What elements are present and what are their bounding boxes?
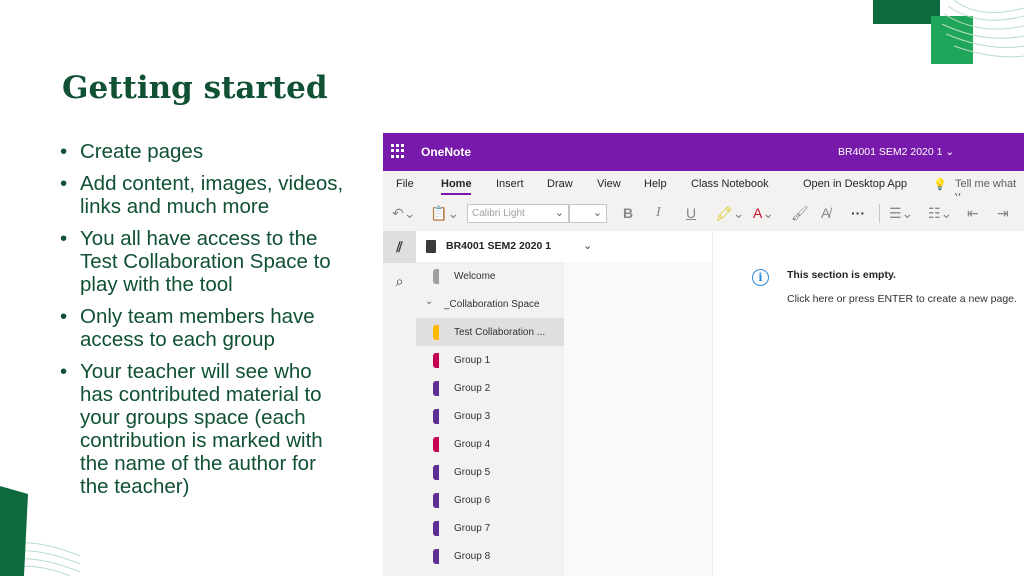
lightbulb-icon: 💡 xyxy=(933,179,947,191)
active-tab-indicator xyxy=(441,193,471,195)
clipboard-icon[interactable]: 📋⌄ xyxy=(430,205,459,222)
indent-icon[interactable]: ⇥ xyxy=(997,205,1009,222)
more-options-icon[interactable]: ··· xyxy=(851,205,865,221)
section-item[interactable]: Group 7 xyxy=(416,514,564,542)
section-label: Welcome xyxy=(454,271,496,282)
contour-lines-decoration xyxy=(941,0,1024,58)
bullet-item: Your teacher will see who has contribute… xyxy=(58,360,348,498)
section-color-tab xyxy=(433,521,439,536)
menu-help[interactable]: Help xyxy=(644,178,667,190)
slide-title: Getting started xyxy=(62,70,328,106)
bullet-item: Add content, images, videos, links and m… xyxy=(58,172,348,218)
menu-home[interactable]: Home xyxy=(441,178,472,190)
ribbon-toolbar: ↶⌄ 📋⌄ Calibri Light ⌄ ⌄ B I U 🖍⌄ A⌄ 🖌 A̸ … xyxy=(383,196,1024,232)
open-in-desktop-app[interactable]: Open in Desktop App xyxy=(803,178,907,190)
menu-bar: File Home Insert Draw View Help Class No… xyxy=(383,171,1024,202)
font-color-icon[interactable]: A⌄ xyxy=(753,205,774,222)
section-item[interactable]: Test Collaboration ... xyxy=(416,318,564,346)
bullet-item: Create pages xyxy=(58,140,348,163)
section-label: Group 8 xyxy=(454,551,491,562)
bold-button[interactable]: B xyxy=(623,205,633,221)
underline-button[interactable]: U xyxy=(686,205,696,221)
section-color-tab xyxy=(433,325,439,340)
app-launcher-icon[interactable] xyxy=(391,144,405,158)
menu-draw[interactable]: Draw xyxy=(547,178,573,190)
numbering-icon[interactable]: ☷⌄ xyxy=(928,205,952,222)
bullet-item: You all have access to the Test Collabor… xyxy=(58,227,348,296)
section-label: Group 6 xyxy=(454,495,491,506)
app-name[interactable]: OneNote xyxy=(421,145,471,159)
page-list xyxy=(564,262,712,576)
section-item[interactable]: Group 1 xyxy=(416,346,564,374)
section-label: Test Collaboration ... xyxy=(454,327,546,338)
section-item[interactable]: Group 4 xyxy=(416,430,564,458)
section-color-tab xyxy=(433,465,439,480)
italic-button[interactable]: I xyxy=(656,205,661,221)
page-canvas[interactable]: i This section is empty. Click here or p… xyxy=(712,231,1024,576)
menu-view[interactable]: View xyxy=(597,178,621,190)
menu-file[interactable]: File xyxy=(396,178,414,190)
search-icon[interactable]: ⌕ xyxy=(383,265,416,297)
section-label: Group 3 xyxy=(454,411,491,422)
section-label: Group 2 xyxy=(454,383,491,394)
notebook-header[interactable]: BR4001 SEM2 2020 1 ⌄ xyxy=(416,231,712,263)
section-color-tab xyxy=(433,409,439,424)
chevron-down-icon: ⌄ xyxy=(583,240,593,252)
section-label: Group 1 xyxy=(454,355,491,366)
bullets-icon[interactable]: ☰⌄ xyxy=(889,205,913,222)
section-item[interactable]: Group 3 xyxy=(416,402,564,430)
section-color-tab xyxy=(433,381,439,396)
section-label: _Collaboration Space xyxy=(444,299,540,310)
navigation-rail: ⫽ ⌕ xyxy=(383,231,417,576)
section-item[interactable]: Group 8 xyxy=(416,542,564,570)
section-item[interactable]: Welcome xyxy=(416,262,564,290)
chevron-down-icon[interactable]: ⌄ xyxy=(425,296,433,307)
info-icon: i xyxy=(752,269,769,286)
section-color-tab xyxy=(433,437,439,452)
clear-formatting-icon[interactable]: A̸ xyxy=(821,205,830,221)
onenote-window: OneNote BR4001 SEM2 2020 1 ⌄ File Home I… xyxy=(383,133,1024,576)
section-list: Welcome ⌄ _Collaboration Space Test Collabo… xyxy=(416,262,564,576)
section-item[interactable]: Group 5 xyxy=(416,458,564,486)
undo-icon[interactable]: ↶⌄ xyxy=(392,205,415,222)
bullet-item: Only team members have access to each gr… xyxy=(58,305,348,351)
menu-class-notebook[interactable]: Class Notebook xyxy=(691,178,769,190)
empty-section-title: This section is empty. xyxy=(787,269,896,281)
toolbar-divider xyxy=(879,204,880,223)
font-name-dropdown[interactable]: Calibri Light ⌄ xyxy=(467,204,569,223)
section-color-tab xyxy=(433,269,439,284)
section-label: Group 5 xyxy=(454,467,491,478)
section-item[interactable]: Group 6 xyxy=(416,486,564,514)
section-color-tab xyxy=(433,493,439,508)
section-item[interactable]: Group 2 xyxy=(416,374,564,402)
section-color-tab xyxy=(433,353,439,368)
title-bar: OneNote BR4001 SEM2 2020 1 ⌄ xyxy=(383,133,1024,171)
section-label: Group 4 xyxy=(454,439,491,450)
section-group[interactable]: ⌄ _Collaboration Space xyxy=(416,290,564,318)
format-painter-icon[interactable]: 🖌 xyxy=(791,205,809,222)
notebook-header-label: BR4001 SEM2 2020 1 xyxy=(446,240,552,252)
highlight-icon[interactable]: 🖍⌄ xyxy=(715,205,745,222)
corner-decoration-dark xyxy=(873,0,940,24)
menu-insert[interactable]: Insert xyxy=(496,178,524,190)
section-color-tab xyxy=(433,549,439,564)
notebooks-icon[interactable]: ⫽ xyxy=(383,231,416,263)
outdent-icon[interactable]: ⇤ xyxy=(967,205,979,222)
create-page-hint[interactable]: Click here or press ENTER to create a ne… xyxy=(787,293,1017,305)
notebook-icon xyxy=(426,240,436,253)
font-size-dropdown[interactable]: ⌄ xyxy=(569,204,607,223)
notebook-title[interactable]: BR4001 SEM2 2020 1 ⌄ xyxy=(838,146,954,158)
bullet-list: Create pages Add content, images, videos… xyxy=(58,140,348,507)
section-label: Group 7 xyxy=(454,523,491,534)
